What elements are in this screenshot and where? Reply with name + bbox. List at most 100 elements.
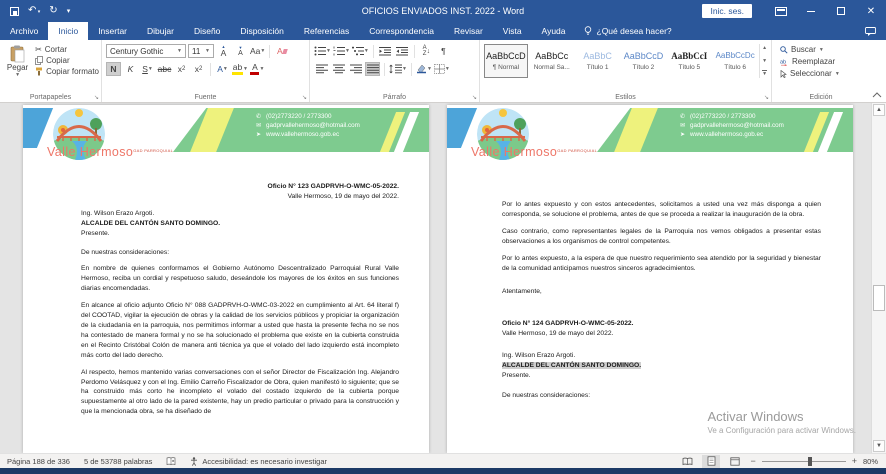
change-case-button[interactable]: Aa▼ xyxy=(250,44,265,58)
scrollbar-thumb[interactable] xyxy=(873,285,885,311)
style-titulo-1[interactable]: AaBbC Título 1 xyxy=(576,44,620,78)
tab-diseno[interactable]: Diseño xyxy=(184,22,230,40)
zoom-slider-thumb[interactable] xyxy=(808,457,812,466)
font-name-combobox[interactable]: Century Gothic▼ xyxy=(106,44,186,58)
scroll-down-icon[interactable]: ▼ xyxy=(873,440,885,452)
page-right-body[interactable]: Por lo antes expuesto y con estos antece… xyxy=(447,200,853,401)
align-center-button[interactable] xyxy=(331,62,346,76)
phone-number: (02)2773220 / 2773300 xyxy=(690,113,755,120)
sign-in-button[interactable]: Inic. ses. xyxy=(702,4,752,18)
copy-icon xyxy=(35,56,43,65)
increase-indent-button[interactable] xyxy=(395,44,410,58)
cut-button[interactable]: ✂ Cortar xyxy=(35,45,99,54)
line-spacing-button[interactable]: ▼ xyxy=(389,62,407,76)
style-normal[interactable]: AaBbCcD ¶ Normal xyxy=(484,44,528,78)
vertical-scrollbar[interactable]: ▲ ▼ xyxy=(871,103,886,453)
word-count[interactable]: 5 de 53788 palabras xyxy=(77,457,159,466)
estilos-dialog-launcher-icon[interactable]: ↘ xyxy=(764,94,769,101)
group-fuente: Century Gothic▼ 11▼ ▲A ▼A Aa▼ A N K S▼ a… xyxy=(102,40,310,102)
zoom-out-icon[interactable]: − xyxy=(750,456,755,466)
grow-font-button[interactable]: ▲A xyxy=(216,44,231,58)
italic-button[interactable]: K xyxy=(123,62,138,76)
save-icon[interactable] xyxy=(10,7,19,16)
styles-more-icon[interactable]: ▼ xyxy=(762,70,767,77)
styles-scroll-down-icon[interactable]: ▼ xyxy=(762,58,767,64)
redo-icon[interactable]: ↻ xyxy=(49,6,57,16)
restore-button[interactable] xyxy=(826,0,856,22)
highlight-color-button[interactable]: ab▼ xyxy=(232,62,248,76)
zoom-in-icon[interactable]: + xyxy=(852,456,857,466)
tab-vista[interactable]: Vista xyxy=(493,22,532,40)
numbering-button[interactable]: ▼ xyxy=(333,44,350,58)
replace-button[interactable]: ab Reemplazar xyxy=(780,57,862,66)
multilevel-list-button[interactable]: ▼ xyxy=(352,44,369,58)
paste-button[interactable]: Pegar ▼ xyxy=(4,43,31,78)
proofing-status[interactable] xyxy=(159,457,183,466)
close-button[interactable]: ✕ xyxy=(856,0,886,22)
tell-me-box[interactable]: ¿Qué desea hacer? xyxy=(576,22,680,40)
superscript-button[interactable]: x2 xyxy=(191,62,206,76)
tab-disposicion[interactable]: Disposición xyxy=(230,22,293,40)
tab-archivo[interactable]: Archivo xyxy=(0,22,48,40)
tab-referencias[interactable]: Referencias xyxy=(294,22,359,40)
show-marks-button[interactable]: ¶ xyxy=(436,44,451,58)
font-color-button[interactable]: A▼ xyxy=(250,62,265,76)
subscript-button[interactable]: x2 xyxy=(174,62,189,76)
page-indicator[interactable]: Página 188 de 336 xyxy=(0,457,77,466)
style-titulo-5[interactable]: AaBbCcI Título 5 xyxy=(667,44,711,78)
find-button[interactable]: Buscar▼ xyxy=(780,45,862,54)
paragraph-2-right: Caso contrario, como representantes lega… xyxy=(502,227,821,247)
page-left[interactable]: ✆(02)2773220 / 2773300 ✉gadprvallehermos… xyxy=(23,105,429,453)
comments-icon[interactable] xyxy=(865,27,876,36)
qat-customize-icon[interactable]: ▾ xyxy=(67,8,71,15)
accessibility-status[interactable]: Accesibilidad: es necesario investigar xyxy=(183,457,334,466)
borders-button[interactable]: ▼ xyxy=(434,62,450,76)
zoom-slider[interactable] xyxy=(762,461,846,462)
print-layout-icon[interactable] xyxy=(702,455,720,468)
page-left-body[interactable]: Oficio N° 123 GADPRVH-O-WMC-05-2022. Val… xyxy=(23,182,429,417)
document-canvas[interactable]: ✆(02)2773220 / 2773300 ✉gadprvallehermos… xyxy=(0,103,886,453)
tab-dibujar[interactable]: Dibujar xyxy=(137,22,184,40)
styles-scroll-up-icon[interactable]: ▲ xyxy=(762,45,767,51)
parrafo-dialog-launcher-icon[interactable]: ↘ xyxy=(472,94,477,101)
tab-inicio[interactable]: Inicio xyxy=(48,22,88,40)
clear-formatting-button[interactable]: A xyxy=(274,44,289,58)
read-mode-icon[interactable] xyxy=(678,455,696,468)
portapapeles-dialog-launcher-icon[interactable]: ↘ xyxy=(94,94,99,101)
text-effects-button[interactable]: A▼ xyxy=(215,62,230,76)
web-layout-icon[interactable] xyxy=(726,455,744,468)
style-normal-sa[interactable]: AaBbCc Normal Sa... xyxy=(530,44,574,78)
cut-label: Cortar xyxy=(45,45,67,54)
strikethrough-button[interactable]: abc xyxy=(157,62,172,76)
page-right[interactable]: ✆(02)2773220 / 2773300 ✉gadprvallehermos… xyxy=(447,105,853,453)
style-titulo-2[interactable]: AaBbCcD Título 2 xyxy=(622,44,666,78)
scroll-up-icon[interactable]: ▲ xyxy=(873,104,885,116)
tab-revisar[interactable]: Revisar xyxy=(444,22,493,40)
select-button[interactable]: Seleccionar▼ xyxy=(780,69,862,78)
find-label: Buscar xyxy=(791,45,816,54)
tab-correspondencia[interactable]: Correspondencia xyxy=(359,22,444,40)
zoom-percentage[interactable]: 80% xyxy=(863,457,878,466)
ribbon-display-options-icon[interactable] xyxy=(766,0,796,22)
bold-button[interactable]: N xyxy=(106,62,121,76)
font-size-combobox[interactable]: 11▼ xyxy=(188,44,214,58)
collapse-ribbon-icon[interactable] xyxy=(872,91,882,100)
paragraph-1-right: Por lo antes expuesto y con estos antece… xyxy=(502,200,821,220)
undo-icon[interactable]: ↶ ▾ xyxy=(28,6,40,16)
justify-button[interactable] xyxy=(365,62,380,76)
align-right-button[interactable] xyxy=(348,62,363,76)
shading-button[interactable]: ▼ xyxy=(416,62,432,76)
copy-button[interactable]: Copiar xyxy=(35,56,99,65)
shrink-font-button[interactable]: ▼A xyxy=(233,44,248,58)
fuente-dialog-launcher-icon[interactable]: ↘ xyxy=(302,94,307,101)
bullets-button[interactable]: ▼ xyxy=(314,44,331,58)
tab-insertar[interactable]: Insertar xyxy=(88,22,137,40)
format-painter-button[interactable]: Copiar formato xyxy=(35,67,99,76)
align-left-button[interactable] xyxy=(314,62,329,76)
minimize-button[interactable] xyxy=(796,0,826,22)
decrease-indent-button[interactable] xyxy=(378,44,393,58)
underline-button[interactable]: S▼ xyxy=(140,62,155,76)
style-titulo-6[interactable]: AaBbCcDc Título 6 xyxy=(713,44,757,78)
tab-ayuda[interactable]: Ayuda xyxy=(532,22,576,40)
sort-button[interactable]: AZ↓ xyxy=(419,44,434,58)
